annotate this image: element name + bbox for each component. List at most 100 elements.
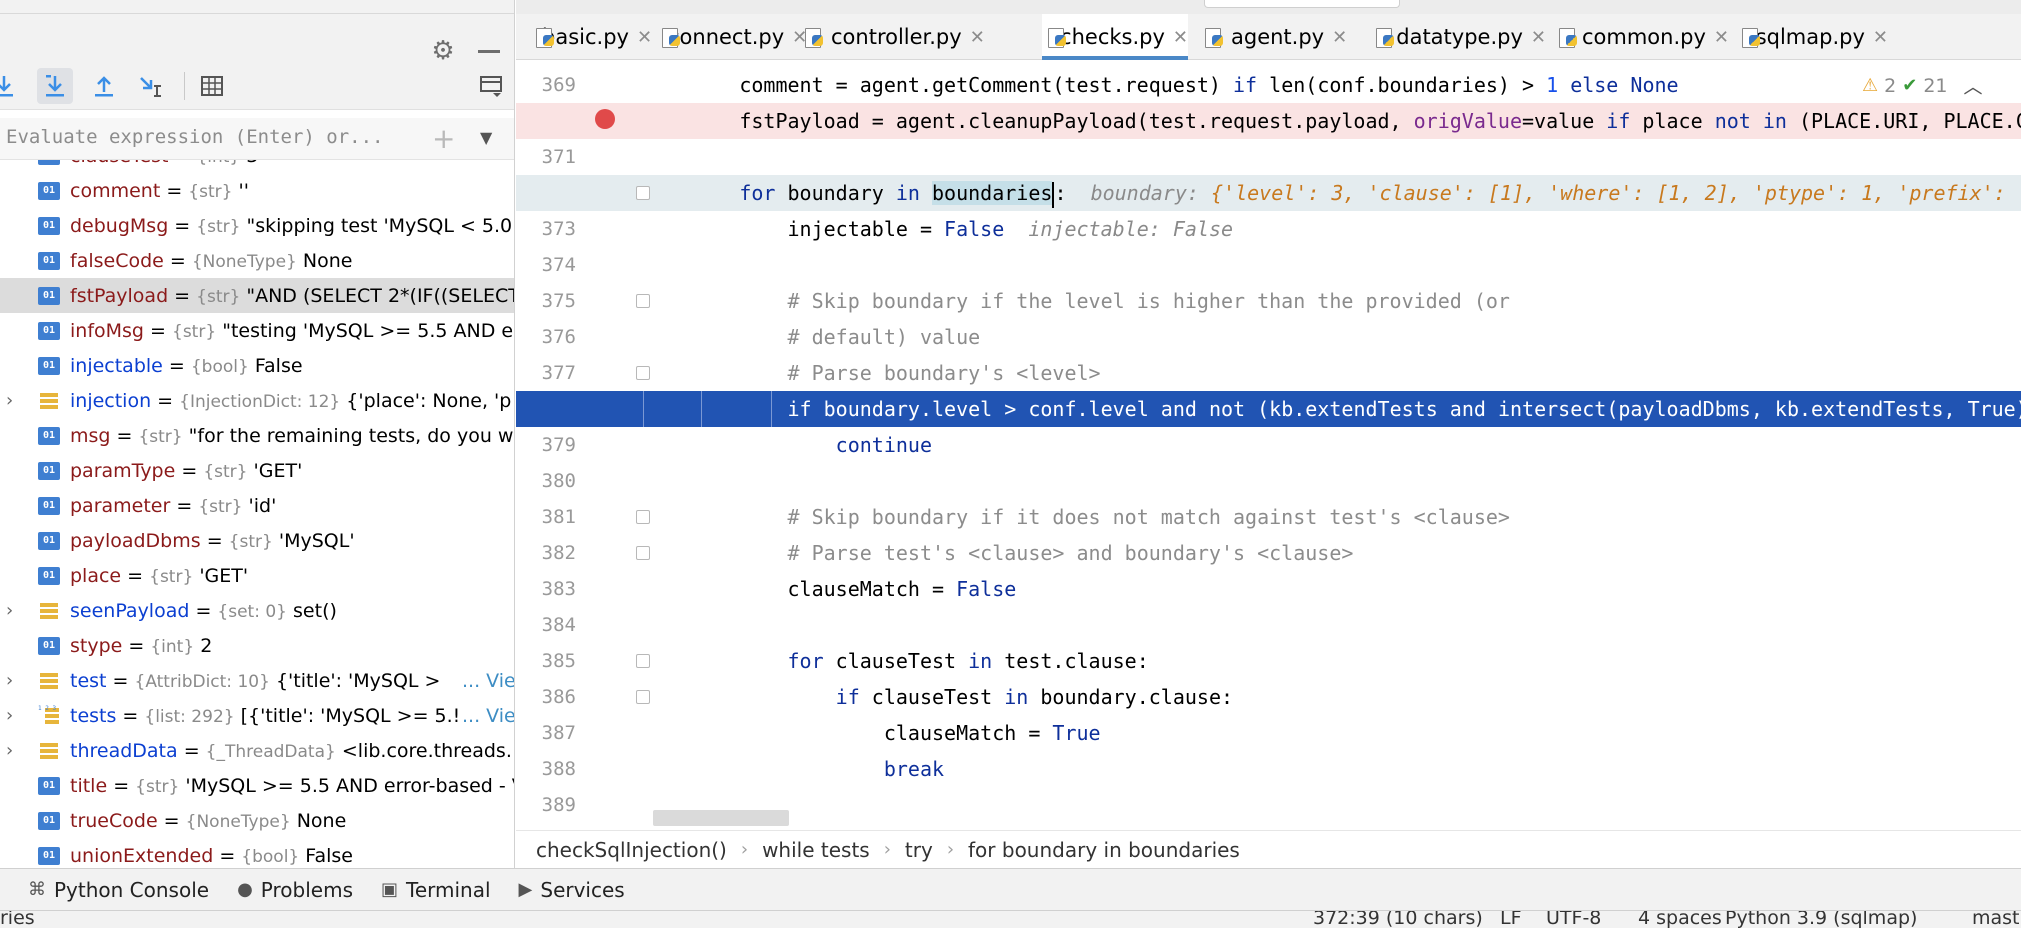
variable-row[interactable]: 01 fstPayload = {str} "AND (SELECT 2*(IF(… — [0, 278, 514, 313]
code-line[interactable]: # Skip boundary if it does not match aga… — [643, 499, 2021, 535]
close-icon[interactable]: ✕ — [1714, 27, 1729, 48]
close-icon[interactable]: ✕ — [637, 27, 652, 48]
breadcrumb-item[interactable]: checkSqlInjection() — [536, 838, 727, 862]
code-line[interactable] — [643, 787, 2021, 823]
breakpoint-icon[interactable] — [595, 109, 615, 129]
breadcrumb-item[interactable]: while tests — [762, 838, 870, 862]
line-separator[interactable]: LF — [1500, 911, 1522, 928]
evaluate-table-icon[interactable] — [194, 68, 230, 104]
step-into-icon[interactable] — [37, 68, 73, 104]
minimize-icon[interactable] — [478, 50, 500, 53]
code-line[interactable]: clauseMatch = True — [643, 715, 2021, 751]
inspection-widget[interactable]: ⚠ 2 ✔ 21 ︿ — [1862, 72, 1983, 99]
evaluate-expression-field[interactable]: Evaluate expression (Enter) or... + ▼ — [0, 118, 514, 160]
code-line[interactable]: fstPayload = agent.cleanupPayload(test.r… — [643, 103, 2021, 139]
chevron-right-icon[interactable]: › — [6, 740, 18, 761]
chevron-down-icon[interactable]: ▼ — [480, 128, 492, 147]
layout-icon[interactable] — [474, 68, 510, 104]
code-line[interactable]: if boundary.level > conf.level and not (… — [643, 391, 2021, 427]
variable-row[interactable]: 01 debugMsg = {str} "skipping test 'MySQL… — [0, 208, 514, 243]
code-line[interactable]: # Parse boundary's <level> — [643, 355, 2021, 391]
chevron-right-icon[interactable]: › — [6, 705, 18, 726]
variable-row[interactable]: 01 trueCode = {NoneType} None — [0, 803, 514, 838]
code-line[interactable] — [643, 139, 2021, 175]
code-line[interactable] — [643, 247, 2021, 283]
code-line[interactable]: for boundary in boundaries: boundary: {'… — [643, 175, 2021, 211]
variable-row[interactable]: 01 falseCode = {NoneType} None — [0, 243, 514, 278]
tab-common[interactable]: common.py ✕ — [1553, 14, 1729, 60]
close-icon[interactable]: ✕ — [1332, 27, 1347, 48]
variable-row[interactable]: 01 place = {str} 'GET' — [0, 558, 514, 593]
view-link[interactable]: ... View — [462, 670, 514, 692]
code-line[interactable]: injectable = False injectable: False — [643, 211, 2021, 247]
code-line[interactable]: # Parse test's <clause> and boundary's <… — [643, 535, 2021, 571]
tab-checks[interactable]: checks.py ✕ — [1042, 14, 1188, 60]
breadcrumb-item[interactable]: try — [905, 838, 933, 862]
variable-row[interactable]: 01 clauseTest = {int} 3 — [0, 160, 514, 173]
tab-controller[interactable]: controller.py ✕ — [799, 14, 1035, 60]
variable-row[interactable]: › injection = {InjectionDict: 12} {'place… — [0, 383, 514, 418]
variable-row[interactable]: 01 msg = {str} "for the remaining tests, … — [0, 418, 514, 453]
indent-setting[interactable]: 4 spaces — [1638, 911, 1722, 928]
close-icon[interactable]: ✕ — [1873, 27, 1888, 48]
chevron-right-icon[interactable]: › — [6, 600, 18, 621]
tool-terminal[interactable]: ▣ Terminal — [381, 878, 491, 902]
fold-marker-icon[interactable] — [636, 186, 650, 200]
file-encoding[interactable]: UTF-8 — [1546, 911, 1601, 928]
tool-services[interactable]: ▶ Services — [519, 878, 625, 902]
variable-row[interactable]: › test = {AttribDict: 10} {'title': 'MySQ… — [0, 663, 514, 698]
code-line[interactable]: continue — [643, 427, 2021, 463]
chevron-right-icon[interactable]: › — [6, 670, 18, 691]
tab-sqlmap[interactable]: sqlmap.py ✕ — [1736, 14, 1888, 60]
tab-agent[interactable]: agent.py ✕ — [1199, 14, 1364, 60]
code-line[interactable]: for clauseTest in test.clause: — [643, 643, 2021, 679]
code-line[interactable]: if clauseTest in boundary.clause: — [643, 679, 2021, 715]
variable-row[interactable]: 01 paramType = {str} 'GET' — [0, 453, 514, 488]
git-branch[interactable]: mast — [1972, 911, 2020, 928]
close-icon[interactable]: ✕ — [1531, 27, 1546, 48]
variable-row[interactable]: 01 title = {str} 'MySQL >= 5.5 AND error-… — [0, 768, 514, 803]
fold-marker-icon[interactable] — [636, 366, 650, 380]
variable-row[interactable]: › threadData = {_ThreadData} <lib.core.th… — [0, 733, 514, 768]
tool-python-console[interactable]: ⌘ Python Console — [28, 878, 209, 902]
code-line[interactable] — [643, 463, 2021, 499]
code-line[interactable]: clauseMatch = False — [643, 571, 2021, 607]
variable-row[interactable]: 01 infoMsg = {str} "testing 'MySQL >= 5.5… — [0, 313, 514, 348]
variable-row[interactable]: 01 parameter = {str} 'id' — [0, 488, 514, 523]
fold-marker-icon[interactable] — [636, 654, 650, 668]
variable-row[interactable]: 01 unionExtended = {bool} False — [0, 838, 514, 868]
code-line[interactable]: # default) value — [643, 319, 2021, 355]
python-interpreter[interactable]: Python 3.9 (sqlmap) — [1725, 911, 1917, 928]
chevron-up-icon[interactable]: ︿ — [1964, 72, 1983, 99]
variable-row[interactable]: 01 stype = {int} 2 — [0, 628, 514, 663]
breadcrumb-item[interactable]: for boundary in boundaries — [968, 838, 1240, 862]
tool-problems[interactable]: ● Problems — [237, 878, 353, 902]
code-line[interactable]: comment = agent.getComment(test.request)… — [643, 67, 2021, 103]
tab-datatype[interactable]: datatype.py ✕ — [1370, 14, 1546, 60]
close-icon[interactable]: ✕ — [1173, 27, 1188, 48]
tab-connect[interactable]: connect.py ✕ — [656, 14, 807, 60]
variable-row[interactable]: 01 injectable = {bool} False — [0, 348, 514, 383]
code-line[interactable]: break — [643, 751, 2021, 787]
fold-marker-icon[interactable] — [636, 294, 650, 308]
variable-row[interactable]: 01 comment = {str} '' — [0, 173, 514, 208]
code-line[interactable]: # Skip boundary if the level is higher t… — [643, 283, 2021, 319]
horizontal-scrollbar[interactable] — [653, 810, 789, 826]
code-line[interactable] — [643, 607, 2021, 643]
step-over-icon[interactable] — [0, 68, 22, 104]
code-editor[interactable]: comment = agent.getComment(test.request)… — [643, 60, 2021, 830]
caret-position[interactable]: 372:39 (10 chars) — [1313, 911, 1483, 928]
fold-marker-icon[interactable] — [636, 510, 650, 524]
evaluate-input[interactable]: Evaluate expression (Enter) or... — [6, 126, 384, 148]
run-to-cursor-icon[interactable] — [132, 68, 168, 104]
variable-row[interactable]: › seenPayload = {set: 0} set() — [0, 593, 514, 628]
chevron-right-icon[interactable]: › — [6, 390, 18, 411]
fold-marker-icon[interactable] — [636, 546, 650, 560]
tab-basic[interactable]: basic.py ✕ — [530, 14, 652, 60]
add-watch-icon[interactable]: + — [432, 122, 455, 155]
variable-row[interactable]: 01 payloadDbms = {str} 'MySQL' — [0, 523, 514, 558]
fold-marker-icon[interactable] — [636, 690, 650, 704]
close-icon[interactable]: ✕ — [970, 27, 985, 48]
view-link[interactable]: ... View — [462, 705, 514, 727]
step-out-icon[interactable] — [86, 68, 122, 104]
